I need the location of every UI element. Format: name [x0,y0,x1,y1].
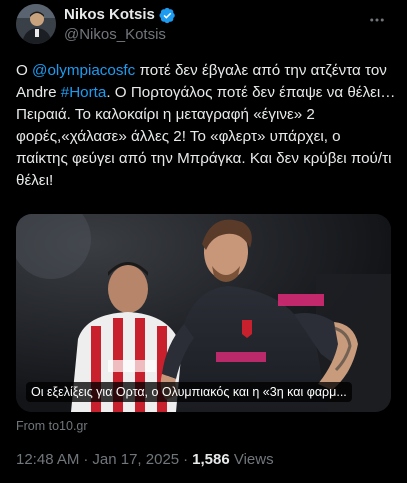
link-card[interactable]: Οι εξελίξεις για Ορτα, ο Ολυμπιακός και … [16,214,391,412]
avatar[interactable] [16,4,56,44]
author-name-row[interactable]: Nikos Kotsis [64,6,176,24]
views-count[interactable]: 1,586 [192,451,230,468]
tweet-time[interactable]: 12:48 AM [16,451,79,468]
tweet-text: Ο @olympiacosfc ποτέ δεν έβγαλε από την … [16,60,396,192]
card-source[interactable]: From to10.gr [16,418,88,434]
tweet-header: Nikos Kotsis @Nikos_Kotsis [16,4,391,48]
card-caption[interactable]: Οι εξελίξεις για Ορτα, ο Ολυμπιακός και … [26,382,352,402]
tweet-date[interactable]: Jan 17, 2025 [92,451,179,468]
tweet-meta: 12:48 AM · Jan 17, 2025 · 1,586 Views [16,450,274,470]
meta-separator: · [183,451,189,468]
meta-separator: · [83,451,89,468]
hashtag-link-horta[interactable]: #Horta [61,84,107,101]
author-display-name[interactable]: Nikos Kotsis [64,6,155,24]
tweet-text-segment: Ο [16,62,33,79]
author-handle[interactable]: @Nikos_Kotsis [64,25,176,45]
more-options-icon[interactable] [367,10,387,30]
mention-link-olympiacosfc[interactable]: @olympiacosfc [32,62,135,79]
tweet: Nikos Kotsis @Nikos_Kotsis Ο @olympiacos… [0,0,407,483]
verified-badge-icon[interactable] [159,7,176,24]
author-block[interactable]: Nikos Kotsis @Nikos_Kotsis [64,6,176,45]
views-label[interactable]: Views [234,451,274,468]
